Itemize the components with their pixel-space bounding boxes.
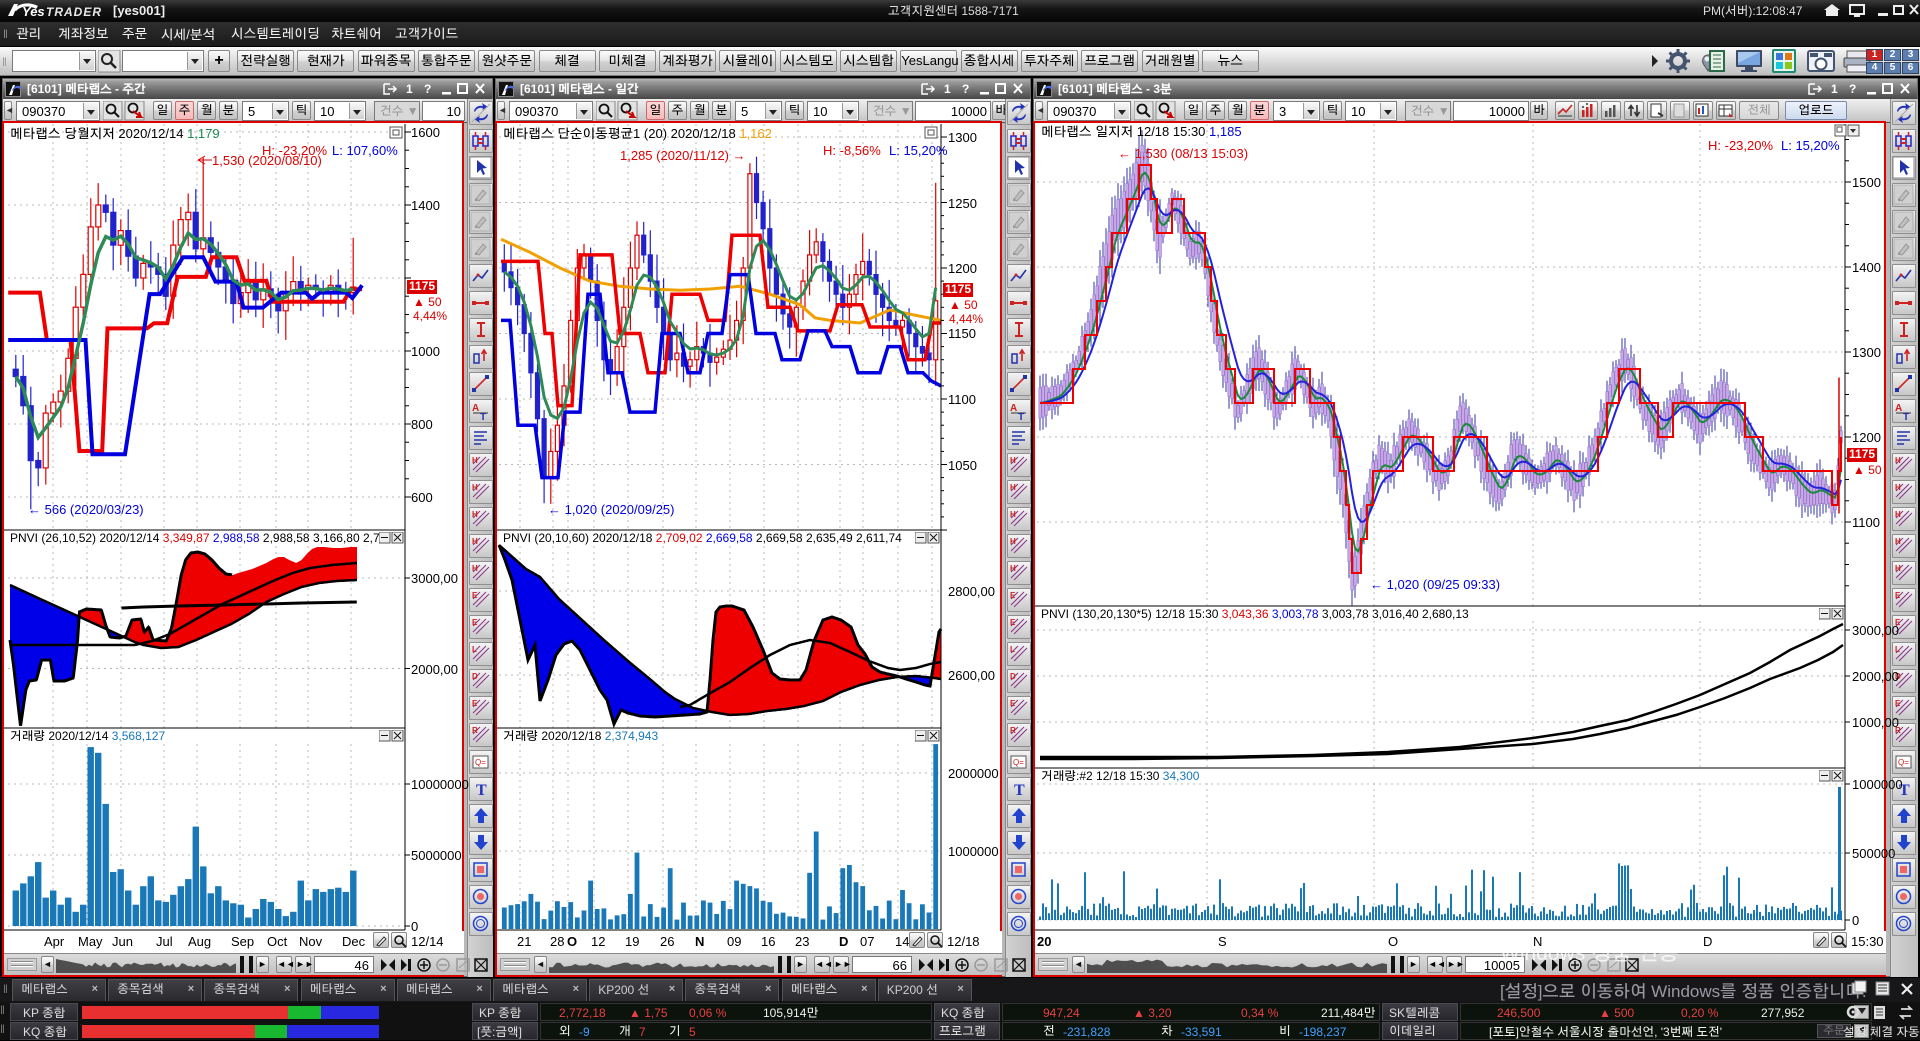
svg-text:D: D — [472, 672, 478, 681]
svg-text:E: E — [1895, 591, 1901, 600]
svg-text:E: E — [472, 699, 478, 708]
svg-text:T: T — [1014, 782, 1025, 799]
svg-text:A: A — [472, 403, 479, 414]
svg-text:L: L — [472, 645, 477, 654]
svg-text:E: E — [1010, 618, 1016, 627]
svg-text:Q=: Q= — [1898, 758, 1909, 767]
svg-text:H: H — [1895, 456, 1901, 465]
svg-text:E: E — [1895, 699, 1901, 708]
svg-text:T: T — [1903, 412, 1909, 422]
svg-text:H: H — [472, 483, 478, 492]
svg-text:D: D — [1010, 672, 1016, 681]
svg-text:H: H — [1010, 456, 1016, 465]
svg-text:E: E — [472, 618, 478, 627]
svg-text:Q=: Q= — [475, 758, 486, 767]
svg-text:A: A — [1895, 403, 1902, 414]
svg-text:H: H — [472, 564, 478, 573]
svg-text:H: H — [1010, 510, 1016, 519]
svg-text:H: H — [1010, 537, 1016, 546]
svg-text:E: E — [472, 591, 478, 600]
svg-text:H: H — [1010, 483, 1016, 492]
svg-text:A: A — [1010, 403, 1017, 414]
svg-text:H: H — [1895, 537, 1901, 546]
svg-text:H: H — [1895, 564, 1901, 573]
svg-text:Q=: Q= — [1013, 758, 1024, 767]
svg-text:H: H — [472, 537, 478, 546]
svg-text:R: R — [472, 726, 478, 735]
svg-text:T: T — [1018, 412, 1024, 422]
svg-text:T: T — [480, 412, 486, 422]
svg-text:H: H — [1010, 564, 1016, 573]
svg-text:E: E — [1010, 591, 1016, 600]
svg-text:T: T — [476, 782, 487, 799]
svg-text:H: H — [1895, 510, 1901, 519]
svg-text:H: H — [472, 510, 478, 519]
svg-text:H: H — [472, 456, 478, 465]
svg-text:E: E — [1010, 699, 1016, 708]
svg-text:L: L — [1895, 645, 1900, 654]
svg-text:L: L — [1010, 645, 1015, 654]
svg-text:R: R — [1010, 726, 1016, 735]
svg-text:H: H — [1895, 483, 1901, 492]
